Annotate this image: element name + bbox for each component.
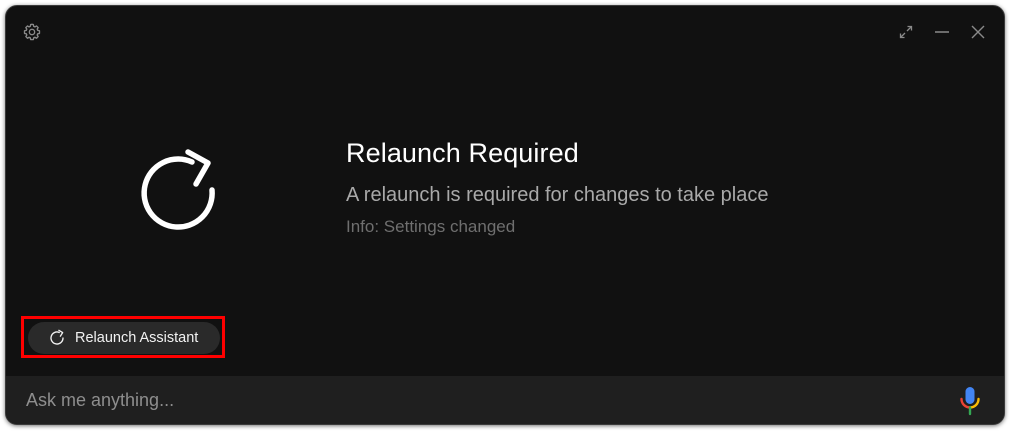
relaunch-assistant-label: Relaunch Assistant bbox=[75, 330, 199, 346]
assistant-window: Relaunch Required A relaunch is required… bbox=[5, 5, 1005, 425]
refresh-icon bbox=[50, 329, 64, 345]
ask-input[interactable] bbox=[26, 376, 926, 424]
microphone-button[interactable] bbox=[958, 386, 982, 416]
relaunch-message: A relaunch is required for changes to ta… bbox=[346, 184, 769, 206]
info-text: Info: Settings changed bbox=[346, 217, 516, 236]
microphone-icon bbox=[960, 387, 980, 416]
window-controls bbox=[888, 20, 996, 44]
expand-button[interactable] bbox=[888, 20, 924, 44]
settings-button[interactable] bbox=[20, 20, 44, 44]
input-bar bbox=[6, 376, 1004, 424]
close-icon bbox=[971, 25, 985, 39]
gear-icon bbox=[23, 23, 41, 41]
minimize-icon bbox=[935, 31, 949, 33]
close-button[interactable] bbox=[960, 20, 996, 44]
refresh-icon bbox=[141, 149, 215, 230]
minimize-button[interactable] bbox=[924, 20, 960, 44]
expand-icon bbox=[899, 25, 913, 39]
page-title: Relaunch Required bbox=[346, 138, 579, 168]
relaunch-assistant-button[interactable]: Relaunch Assistant bbox=[28, 322, 220, 354]
